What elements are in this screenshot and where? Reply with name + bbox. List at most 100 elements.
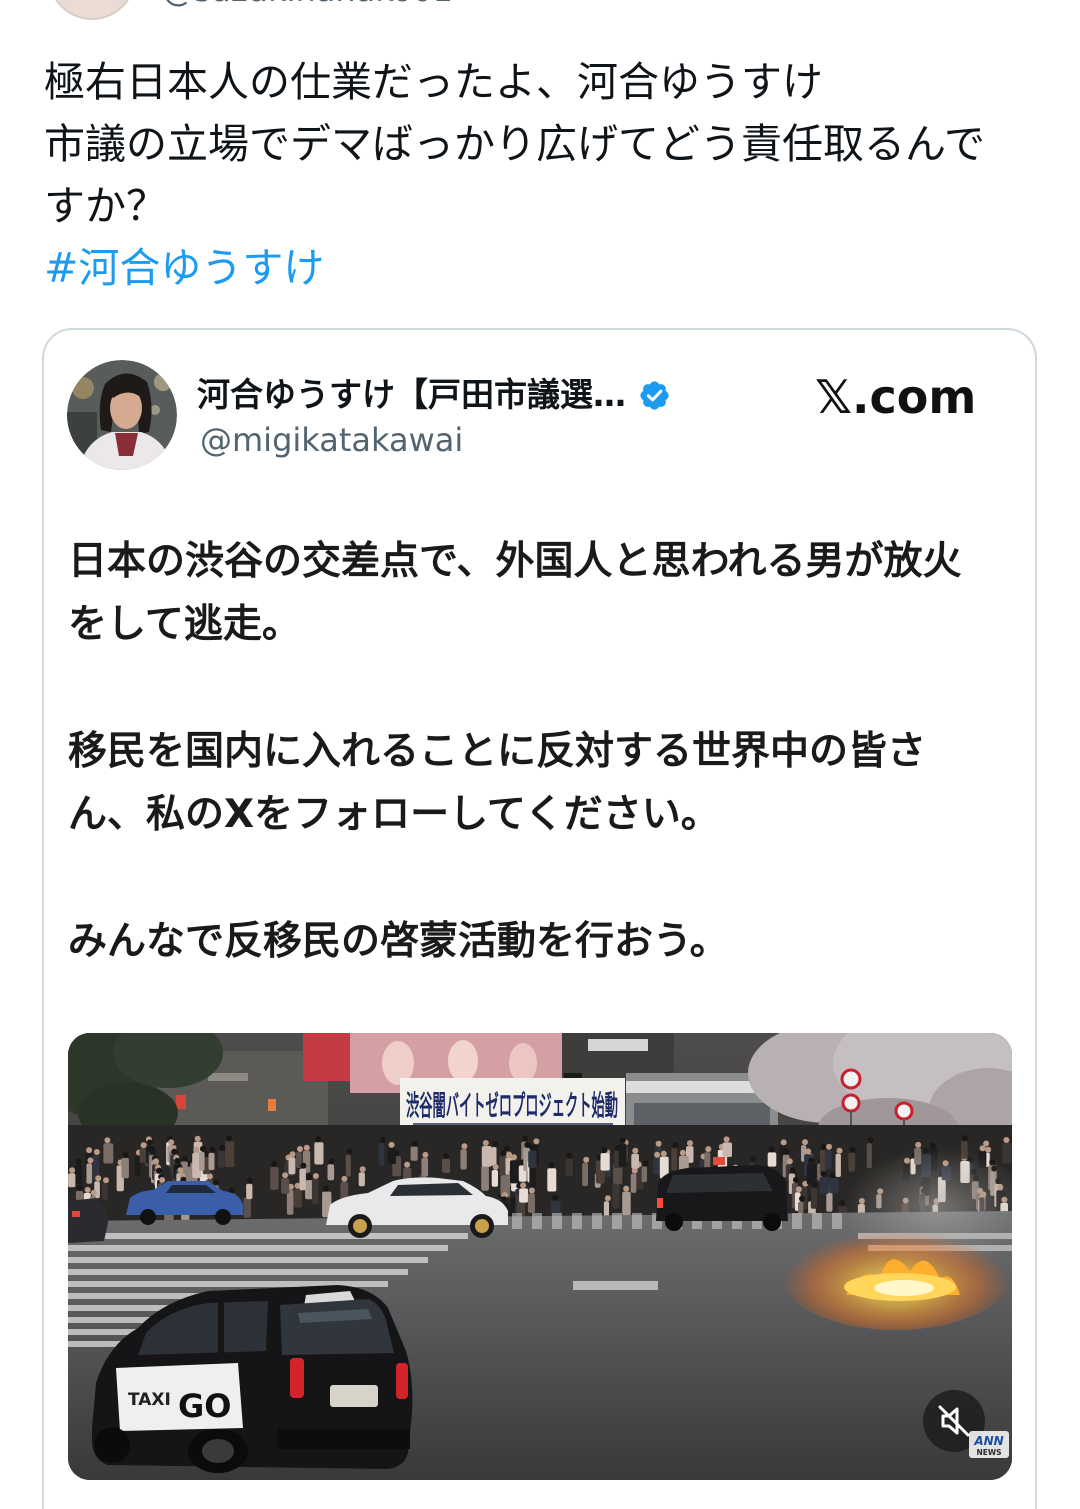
crowd-person-head xyxy=(315,1136,322,1143)
crowd-person-head xyxy=(93,1149,100,1155)
crowd-person-head xyxy=(789,1167,796,1174)
quoted-author-avatar[interactable] xyxy=(67,360,177,470)
crowd-person xyxy=(510,1160,520,1184)
quoted-paragraph: みんなで反移民の啓蒙活動を行おう。 xyxy=(68,910,1008,973)
crowd-person-head xyxy=(915,1141,922,1148)
crosswalk-stripe xyxy=(68,1257,428,1263)
crowd-person-head xyxy=(75,1158,82,1165)
crowd-person-head xyxy=(388,1141,395,1148)
verified-badge-icon xyxy=(638,379,671,412)
tweet-line: 市議の立場でデマばっかり広げてどう責任取るんで xyxy=(44,120,985,168)
crowd-person xyxy=(622,1191,631,1216)
crowd-person-head xyxy=(836,1147,843,1154)
crowd-person-head xyxy=(985,1146,992,1153)
crowd-person-head xyxy=(820,1171,827,1177)
crowd-person-head xyxy=(655,1140,662,1147)
crowd-person-head xyxy=(511,1154,517,1161)
crowd-person-head xyxy=(660,1150,667,1157)
crowd-person xyxy=(491,1147,497,1166)
crowd-person xyxy=(600,1153,610,1171)
crowd-person-head xyxy=(177,1167,184,1174)
crowd-person-head xyxy=(95,1175,102,1182)
crosswalk-stripe xyxy=(572,1213,582,1229)
crowd-person xyxy=(547,1168,557,1192)
crowd-person xyxy=(519,1188,529,1203)
car-rim xyxy=(475,1219,489,1233)
dark-vehicle-left xyxy=(68,1198,108,1243)
crowd-person-head xyxy=(642,1160,649,1167)
crowd-person xyxy=(281,1178,290,1194)
building-window-row xyxy=(634,1103,770,1125)
crowd-person-head xyxy=(962,1135,968,1142)
crowd-person xyxy=(421,1157,429,1177)
crowd-person-head xyxy=(687,1140,693,1147)
crowd-person-head xyxy=(783,1148,790,1155)
crowd-person xyxy=(378,1142,385,1166)
quoted-paragraph: 日本の渋谷の交差点で、外国人と思われる男が放火 をして逃走。 xyxy=(68,530,1008,656)
crowd-person-head xyxy=(193,1146,200,1153)
crosswalk-stripe xyxy=(68,1245,448,1251)
crosswalk-stripe xyxy=(612,1213,622,1229)
fire-core xyxy=(874,1280,934,1296)
crowd-person xyxy=(825,1149,832,1169)
crowd-person xyxy=(74,1164,83,1184)
crowd-person-head xyxy=(206,1173,213,1180)
crowd-person-head xyxy=(200,1145,206,1152)
crowd-person-head xyxy=(300,1162,307,1169)
crosswalk-stripe xyxy=(68,1269,408,1275)
crowd-person-head xyxy=(551,1194,558,1201)
crowd-person xyxy=(499,1156,506,1176)
author-avatar[interactable] xyxy=(48,0,136,20)
crowd-person-head xyxy=(303,1144,310,1151)
crowd-person xyxy=(410,1146,418,1161)
crowd-person xyxy=(208,1152,215,1171)
crowd-person-head xyxy=(194,1135,201,1142)
taxi-license-plate xyxy=(330,1385,378,1407)
quoted-author-name-row: 河合ゆうすけ【戸田市議選… xyxy=(197,373,671,417)
crowd-person-head xyxy=(792,1176,799,1183)
crowd-person-head xyxy=(282,1172,289,1179)
crowd-person xyxy=(641,1166,647,1183)
road-marking xyxy=(573,1281,658,1290)
crowd-person xyxy=(550,1200,561,1215)
x-com-logo: 𝕏.com xyxy=(815,370,977,424)
crowd-person xyxy=(481,1146,492,1167)
crowd-person xyxy=(612,1183,620,1209)
crowd-person-head xyxy=(146,1139,153,1146)
crowd-person-head xyxy=(443,1152,450,1159)
crowd-person-head xyxy=(492,1141,499,1147)
crosswalk-stripe xyxy=(792,1213,802,1229)
car-tail-light xyxy=(657,1198,663,1208)
crowd-person-head xyxy=(90,1189,97,1196)
crowd-person-head xyxy=(306,1174,313,1181)
hashtag-link[interactable]: #河合ゆうすけ xyxy=(44,237,1044,299)
crowd-person-head xyxy=(533,1138,540,1145)
crowd-person xyxy=(345,1154,351,1177)
avatar-light xyxy=(154,373,172,391)
tweet-line: 極右日本人の仕業だったよ、河合ゆうすけ xyxy=(44,58,823,106)
tweet-line: すか？ xyxy=(44,182,167,230)
crowd-person xyxy=(565,1158,573,1176)
crowd-person-head xyxy=(768,1146,775,1153)
crowd-person-head xyxy=(87,1157,94,1164)
crowd-person-head xyxy=(504,1145,510,1152)
crosswalk-stripe xyxy=(592,1213,602,1229)
crowd-person-head xyxy=(247,1177,254,1184)
crowd-person-head xyxy=(212,1179,219,1186)
crowd-person-head xyxy=(795,1186,802,1193)
crosswalk-stripe xyxy=(512,1213,522,1229)
car-wheel xyxy=(140,1209,156,1225)
crowd-person xyxy=(218,1150,225,1168)
crowd-person-head xyxy=(171,1148,178,1155)
crowd-person-head xyxy=(830,1172,837,1178)
crowd-person-head xyxy=(69,1167,76,1174)
crowd-person-head xyxy=(404,1161,411,1168)
quoted-post-card[interactable]: 河合ゆうすけ【戸田市議選… @migikatakawai 𝕏.com 日本の渋谷… xyxy=(42,328,1037,1509)
crowd-person xyxy=(199,1151,205,1171)
crowd-person-head xyxy=(140,1142,147,1149)
crowd-person xyxy=(288,1157,296,1175)
crowd-person-head xyxy=(808,1157,815,1164)
crowd-person-head xyxy=(522,1135,529,1142)
video-player[interactable]: 渋谷闇バイトゼロプロジェクト始動 TAXI GO ANN NEWS xyxy=(68,1033,1012,1480)
crowd-person-head xyxy=(411,1140,418,1147)
